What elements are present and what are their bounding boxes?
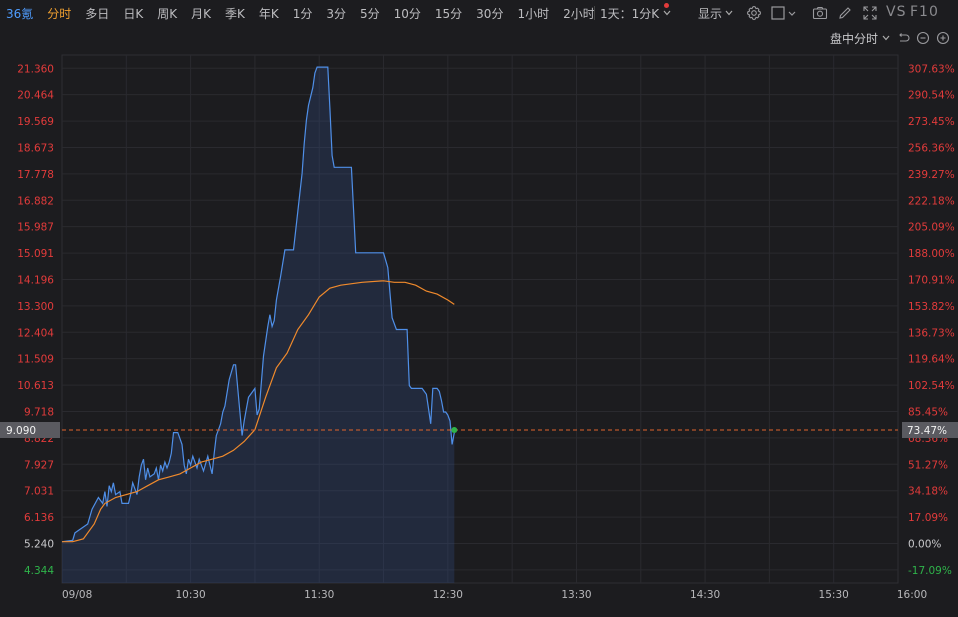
current-pct-tag: 73.47% (907, 425, 947, 437)
time-axis-label: 12:30 (433, 589, 463, 601)
time-axis-label: 09/08 (62, 589, 92, 601)
time-axis-label: 14:30 (690, 589, 720, 601)
right-axis-label: 222.18% (908, 195, 955, 207)
right-axis-label: 0.00% (908, 538, 941, 550)
time-axis-label: 16:00 (897, 589, 927, 601)
left-axis-label: 9.718 (24, 406, 54, 418)
right-axis-label: 17.09% (908, 512, 948, 524)
price-area-fill (62, 67, 455, 584)
time-axis-label: 11:30 (304, 589, 334, 601)
right-axis-label: 102.54% (908, 380, 955, 392)
left-axis-label: 13.300 (17, 301, 54, 313)
right-axis-label: 51.27% (908, 459, 948, 471)
time-axis: 09/08 10:30 11:30 12:30 13:30 14:30 15:30 16:00 (62, 589, 927, 601)
right-axis-label: 256.36% (908, 142, 955, 154)
time-axis-label: 10:30 (175, 589, 205, 601)
right-axis-label: 85.45% (908, 406, 948, 418)
right-axis-label: 307.63% (908, 63, 955, 75)
left-axis-label: 11.509 (17, 354, 54, 366)
left-axis-label: 6.136 (24, 512, 54, 524)
left-axis-label: 4.344 (24, 565, 54, 577)
right-axis-label: 119.64% (908, 354, 955, 366)
left-axis-label: 18.673 (17, 142, 54, 154)
left-axis-label: 21.360 (17, 63, 54, 75)
left-axis-label: 14.196 (17, 274, 54, 286)
left-axis-label: 7.031 (24, 486, 54, 498)
right-axis-label: 290.54% (908, 90, 955, 102)
left-axis-label: 7.927 (24, 459, 54, 471)
right-axis-label: -17.09% (908, 565, 952, 577)
time-axis-label: 13:30 (561, 589, 591, 601)
time-axis-label: 15:30 (819, 589, 849, 601)
left-axis-label: 5.240 (24, 538, 54, 550)
left-axis-label: 20.464 (17, 90, 54, 102)
right-axis-label: 136.73% (908, 327, 955, 339)
left-axis-label: 19.569 (17, 116, 54, 128)
last-price-dot (451, 426, 458, 433)
right-axis-label: 239.27% (908, 169, 955, 181)
right-axis-label: 153.82% (908, 301, 955, 313)
right-axis-label: 170.91% (908, 274, 955, 286)
intraday-chart[interactable]: 21.360 20.464 19.569 18.673 17.778 16.882 15.9… (0, 0, 958, 617)
right-percent-axis: 307.63% 290.54% 273.45% 256.36% 239.27% 222.1… (908, 63, 955, 577)
left-axis-label: 16.882 (17, 195, 54, 207)
current-price-tag: 9.090 (6, 425, 36, 437)
left-price-axis: 21.360 20.464 19.569 18.673 17.778 16.882 15.9… (17, 63, 54, 577)
left-axis-label: 15.091 (17, 248, 54, 260)
right-axis-label: 273.45% (908, 116, 955, 128)
chart-plot-area (61, 66, 898, 584)
right-axis-label: 188.00% (908, 248, 955, 260)
right-axis-label: 205.09% (908, 222, 955, 234)
left-axis-label: 17.778 (17, 169, 54, 181)
right-axis-label: 34.18% (908, 486, 948, 498)
left-axis-label: 10.613 (17, 380, 54, 392)
left-axis-label: 12.404 (17, 327, 54, 339)
left-axis-label: 15.987 (17, 222, 54, 234)
